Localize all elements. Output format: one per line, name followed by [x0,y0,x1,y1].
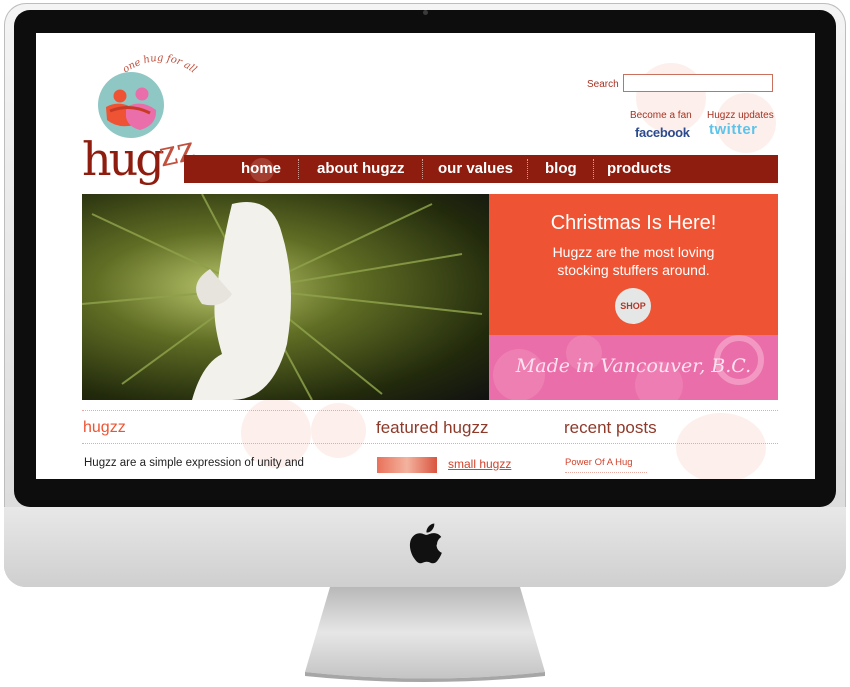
nav-home[interactable]: home [241,160,281,177]
recent-post-link[interactable]: Power Of A Hug [565,457,633,468]
hero-photo-art [82,194,483,400]
nav-separator [298,159,299,179]
nav-about[interactable]: about hugzz [317,160,404,177]
nav-separator [422,159,423,179]
shop-button[interactable]: SHOP [615,288,651,324]
featured-item-link[interactable]: small hugzz [448,457,511,471]
nav-separator [593,159,594,179]
promo-banner: Christmas Is Here! Hugzz are the most lo… [489,194,778,335]
divider [565,472,647,473]
hero-image [82,194,489,400]
become-fan-text: Become a fan [630,110,692,121]
nav-values[interactable]: our values [438,160,513,177]
facebook-link[interactable]: facebook [635,125,690,140]
updates-text: Hugzz updates [707,110,774,121]
website-screen: one hug for all hug zz Search Become a f… [36,33,815,479]
nav-products[interactable]: products [607,160,671,177]
about-text: Hugzz are a simple expression of unity a… [84,457,304,469]
promo-line-2: stocking stuffers around. [557,262,710,278]
made-in-text: Made in Vancouver, B.C. [515,355,752,377]
nav-separator [527,159,528,179]
about-section-title: hugzz [83,419,126,436]
bg-circle-deco [311,403,366,458]
twitter-link[interactable]: twitter [709,121,758,138]
featured-section-title: featured hugzz [376,418,489,437]
svg-text:hug: hug [82,132,164,186]
promo-title: Christmas Is Here! [550,212,717,234]
divider [82,410,778,411]
made-in-banner: Made in Vancouver, B.C. [489,335,778,400]
bg-circle-deco [676,413,766,479]
recent-section-title: recent posts [564,418,657,437]
apple-logo-icon [409,523,442,564]
divider [82,443,778,444]
promo-subtitle: Hugzz are the most loving stocking stuff… [489,243,778,279]
nav-blog[interactable]: blog [545,160,577,177]
search-input[interactable] [623,74,773,92]
promo-line-1: Hugzz are the most loving [552,244,715,260]
search-label: Search [587,79,619,90]
featured-thumbnail[interactable] [377,457,437,473]
monitor-stand [305,587,545,682]
camera-dot [423,10,428,15]
